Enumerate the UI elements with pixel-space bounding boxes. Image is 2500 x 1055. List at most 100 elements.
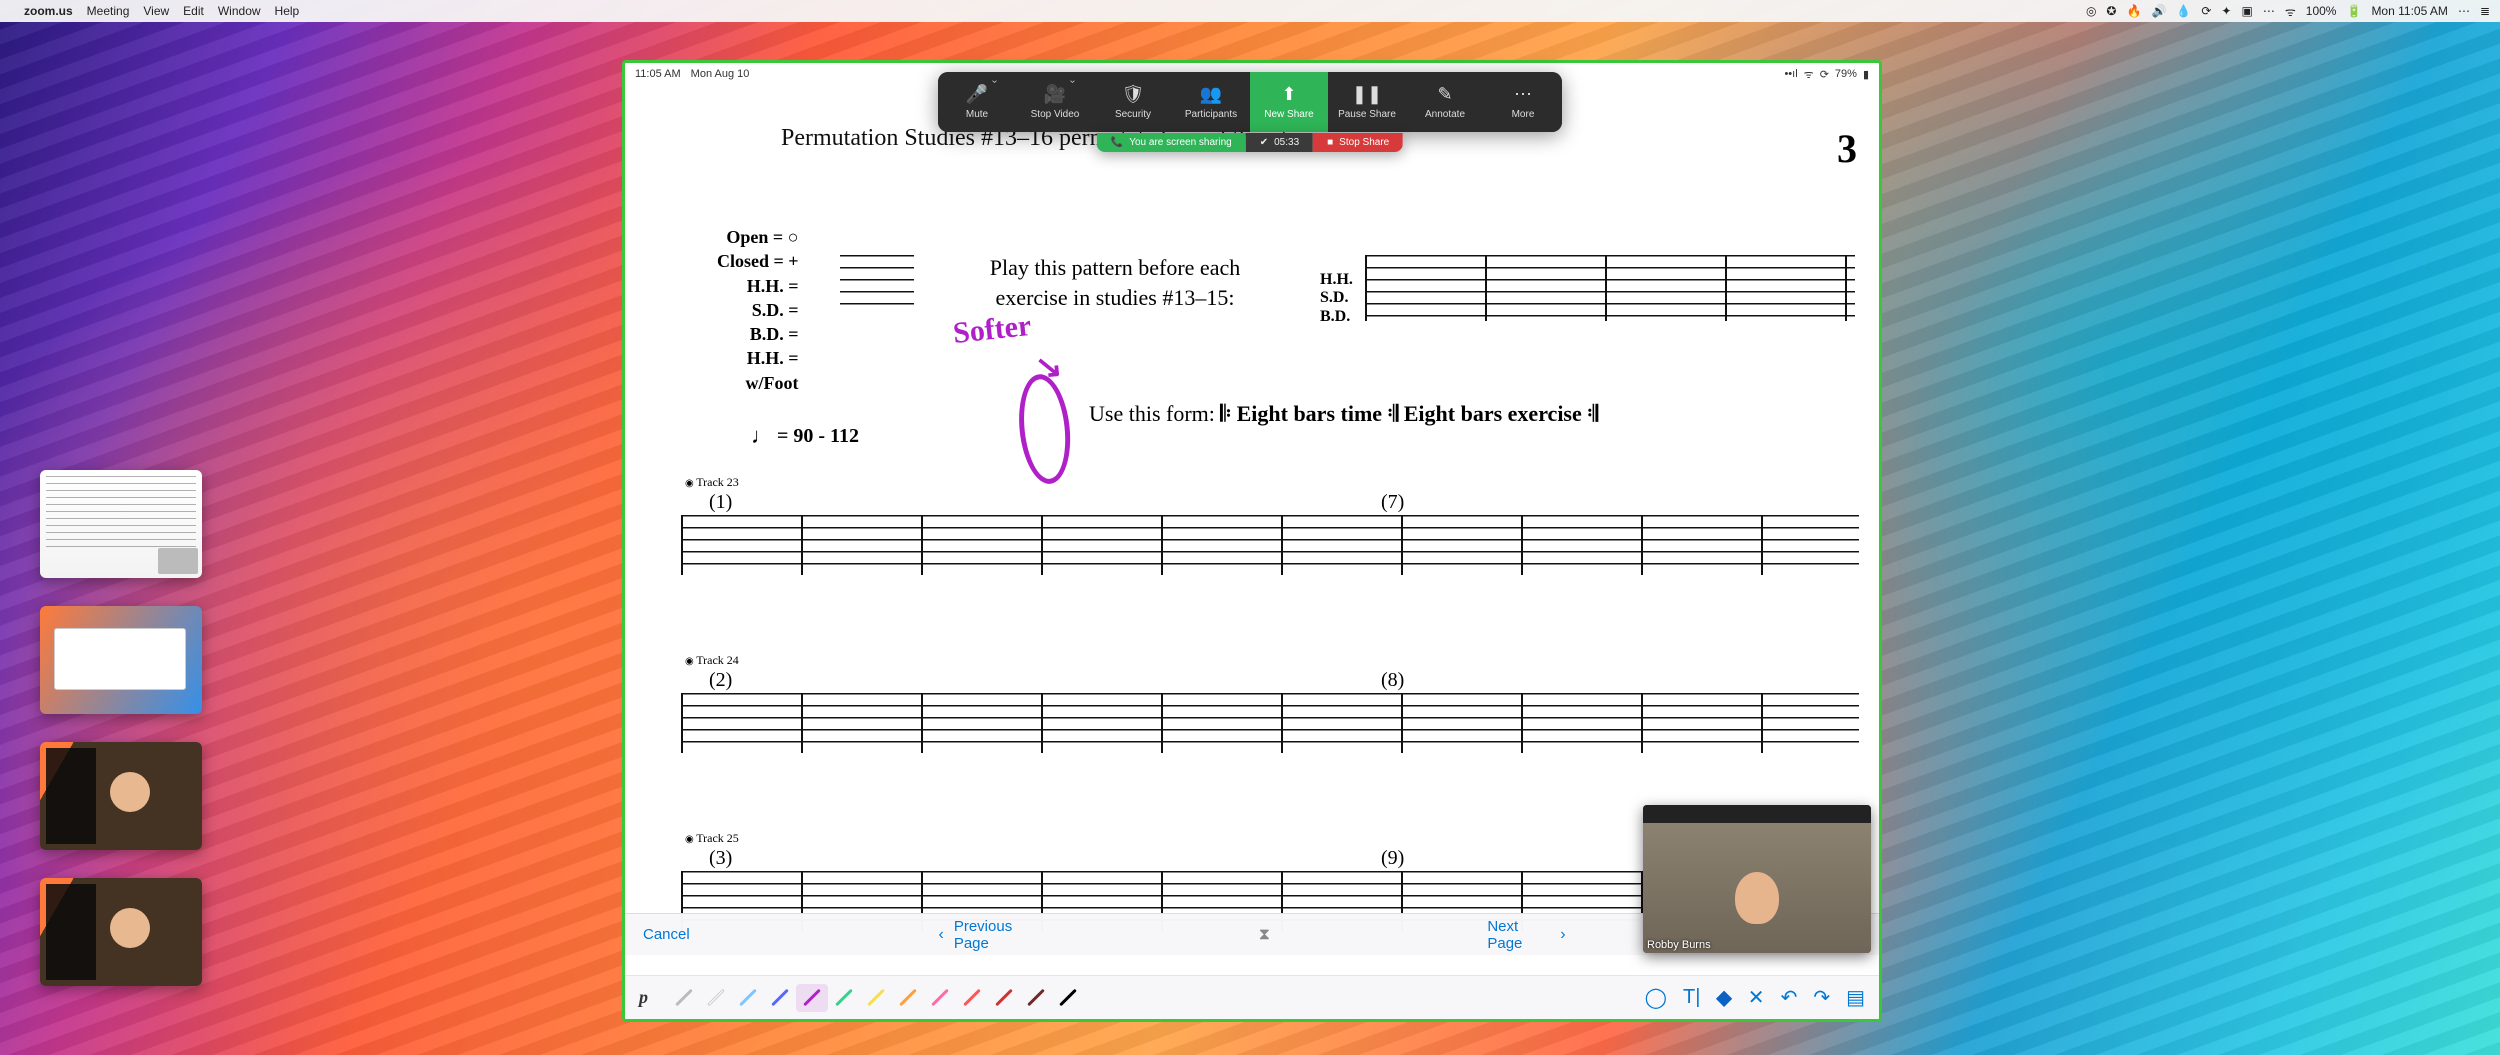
color-swatch[interactable] — [668, 984, 700, 1012]
mission-control-thumbs — [40, 470, 202, 986]
more-button[interactable]: ⋯More — [1484, 72, 1562, 132]
mute-button[interactable]: 🎤Mute — [938, 72, 1016, 132]
color-swatch[interactable] — [860, 984, 892, 1012]
menubar-list-icon[interactable]: ≣ — [2480, 4, 2490, 18]
use-this-form: Use this form: 𝄆 Eight bars time 𝄇 Eight… — [1089, 401, 1598, 427]
next-page-button[interactable]: Next Page — [1487, 918, 1550, 952]
pip-titlebar[interactable] — [1643, 805, 1871, 823]
stop-icon: ■ — [1327, 137, 1333, 148]
color-swatch[interactable] — [828, 984, 860, 1012]
menubar-sync-icon[interactable]: ⟳ — [2201, 4, 2211, 18]
text-tool-icon[interactable]: T| — [1683, 986, 1700, 1009]
zoom-sharing-strip: 📞You are screen sharing ✔05:33 ■Stop Sha… — [1097, 133, 1403, 152]
menu-meeting[interactable]: Meeting — [87, 4, 130, 18]
cancel-button[interactable]: Cancel — [643, 926, 690, 943]
undo-icon[interactable]: ↶ — [1781, 985, 1798, 1010]
ipad-rotate-icon: ⟳ — [1820, 68, 1829, 81]
window-thumb[interactable] — [40, 878, 202, 986]
exercise-staff: Track 24 (2) (8) — [681, 693, 1859, 753]
color-swatch[interactable] — [764, 984, 796, 1012]
exercise-number: (3) — [709, 847, 732, 870]
menubar-extra-icon[interactable]: ◎ — [2086, 4, 2096, 18]
redo-icon[interactable]: ↷ — [1813, 985, 1830, 1010]
pencil-icon: ✎ — [1437, 84, 1452, 105]
shape-tool-icon[interactable]: ◯ — [1645, 985, 1667, 1010]
metronome-icon[interactable]: ⧗ — [1259, 926, 1270, 944]
more-icon: ⋯ — [1514, 84, 1532, 105]
dynamic-marking-icon[interactable]: p — [639, 987, 648, 1008]
video-icon: 🎥 — [1044, 84, 1066, 105]
stop-video-button[interactable]: 🎥Stop Video — [1016, 72, 1094, 132]
notation-legend: Open = ○ Closed = + H.H. = S.D. = B.D. =… — [717, 225, 799, 395]
macos-menubar: zoom.us Meeting View Edit Window Help ◎ … — [0, 0, 2500, 22]
exercise-number: (1) — [709, 491, 732, 514]
legend-staff — [840, 255, 914, 315]
menu-view[interactable]: View — [143, 4, 169, 18]
eraser-tool-icon[interactable]: ◆ — [1716, 985, 1731, 1010]
track-label: Track 24 — [685, 653, 739, 668]
menubar-volume-icon[interactable]: 🔊 — [2151, 4, 2166, 18]
track-label: Track 23 — [685, 475, 739, 490]
security-button[interactable]: 🛡Security — [1094, 72, 1172, 132]
zoom-video-pip[interactable]: Robby Burns — [1643, 805, 1871, 953]
chevron-right-icon[interactable]: › — [1560, 926, 1565, 944]
menubar-battery-pct: 100% — [2306, 4, 2337, 18]
handwritten-annotation: Softer ↘ — [951, 309, 1032, 351]
menubar-extra-icon[interactable]: 🔥 — [2126, 4, 2141, 18]
window-thumb[interactable] — [40, 606, 202, 714]
menubar-box-icon[interactable]: ▣ — [2241, 4, 2252, 18]
window-thumb[interactable] — [40, 470, 202, 578]
ipad-battery-icon: ▮ — [1863, 68, 1869, 81]
staff-instrument-labels: H.H. S.D. B.D. — [1320, 271, 1353, 326]
pause-share-button[interactable]: ❚❚Pause Share — [1328, 72, 1406, 132]
zoom-meeting-toolbar: 🎤Mute 🎥Stop Video 🛡Security 👥Participant… — [938, 72, 1562, 132]
ipad-signal-icon: ••ıl — [1784, 68, 1797, 80]
color-swatch[interactable] — [1052, 984, 1084, 1012]
clear-tool-icon[interactable]: ✕ — [1748, 985, 1765, 1010]
menubar-wifi-icon[interactable]: ᯤ — [2285, 3, 2296, 20]
app-menu[interactable]: zoom.us — [24, 4, 73, 18]
menubar-extra-icon[interactable]: ✦ — [2221, 4, 2231, 18]
check-icon: ✔ — [1260, 137, 1268, 148]
color-swatch[interactable] — [700, 984, 732, 1012]
color-swatch[interactable] — [1020, 984, 1052, 1012]
layers-icon[interactable]: ▤ — [1846, 985, 1865, 1010]
exercise-staff: Track 23 (1) (7) — [681, 515, 1859, 575]
quarter-note-icon: ♩ — [751, 423, 773, 449]
microphone-icon: 🎤 — [966, 84, 988, 105]
color-swatch[interactable] — [732, 984, 764, 1012]
color-swatch[interactable] — [924, 984, 956, 1012]
shared-ipad-window: 11:05 AM Mon Aug 10 ••ıl ᯤ ⟳ 79% ▮ 3 Per… — [622, 60, 1882, 1022]
menubar-battery-icon[interactable]: 🔋 — [2346, 4, 2361, 18]
menubar-clock[interactable]: Mon 11:05 AM — [2371, 4, 2448, 18]
color-swatch[interactable] — [956, 984, 988, 1012]
menu-window[interactable]: Window — [218, 4, 261, 18]
menubar-dots-icon[interactable]: ⋯ — [2458, 4, 2470, 18]
ipad-wifi-icon: ᯤ — [1804, 67, 1814, 82]
ipad-battery-pct: 79% — [1835, 68, 1857, 80]
phone-icon: 📞 — [1111, 137, 1123, 148]
page-number-big: 3 — [1837, 125, 1857, 172]
share-up-icon: ⬆ — [1281, 84, 1296, 105]
chevron-left-icon[interactable]: ‹ — [939, 926, 944, 944]
menubar-drop-icon[interactable]: 💧 — [2176, 4, 2191, 18]
previous-page-button[interactable]: Previous Page — [954, 918, 1042, 952]
intro-pattern-staff — [1365, 255, 1855, 321]
color-swatch[interactable] — [988, 984, 1020, 1012]
window-thumb[interactable] — [40, 742, 202, 850]
menubar-dots-icon[interactable]: ⋯ — [2263, 4, 2275, 18]
menu-edit[interactable]: Edit — [183, 4, 204, 18]
forscore-tools-bar: p ◯ T| ◆ ✕ ↶ ↷ ▤ — [625, 975, 1879, 1019]
pause-icon: ❚❚ — [1352, 84, 1382, 105]
color-swatch[interactable] — [796, 984, 828, 1012]
menu-help[interactable]: Help — [275, 4, 300, 18]
participants-icon: 👥 — [1200, 84, 1222, 105]
track-label: Track 25 — [685, 831, 739, 846]
participants-button[interactable]: 👥Participants — [1172, 72, 1250, 132]
shield-icon: 🛡 — [1122, 84, 1145, 105]
annotate-button[interactable]: ✎Annotate — [1406, 72, 1484, 132]
new-share-button[interactable]: ⬆New Share — [1250, 72, 1328, 132]
color-swatch[interactable] — [892, 984, 924, 1012]
menubar-extra-icon[interactable]: ✪ — [2106, 4, 2116, 18]
stop-share-button[interactable]: ■Stop Share — [1313, 133, 1403, 152]
